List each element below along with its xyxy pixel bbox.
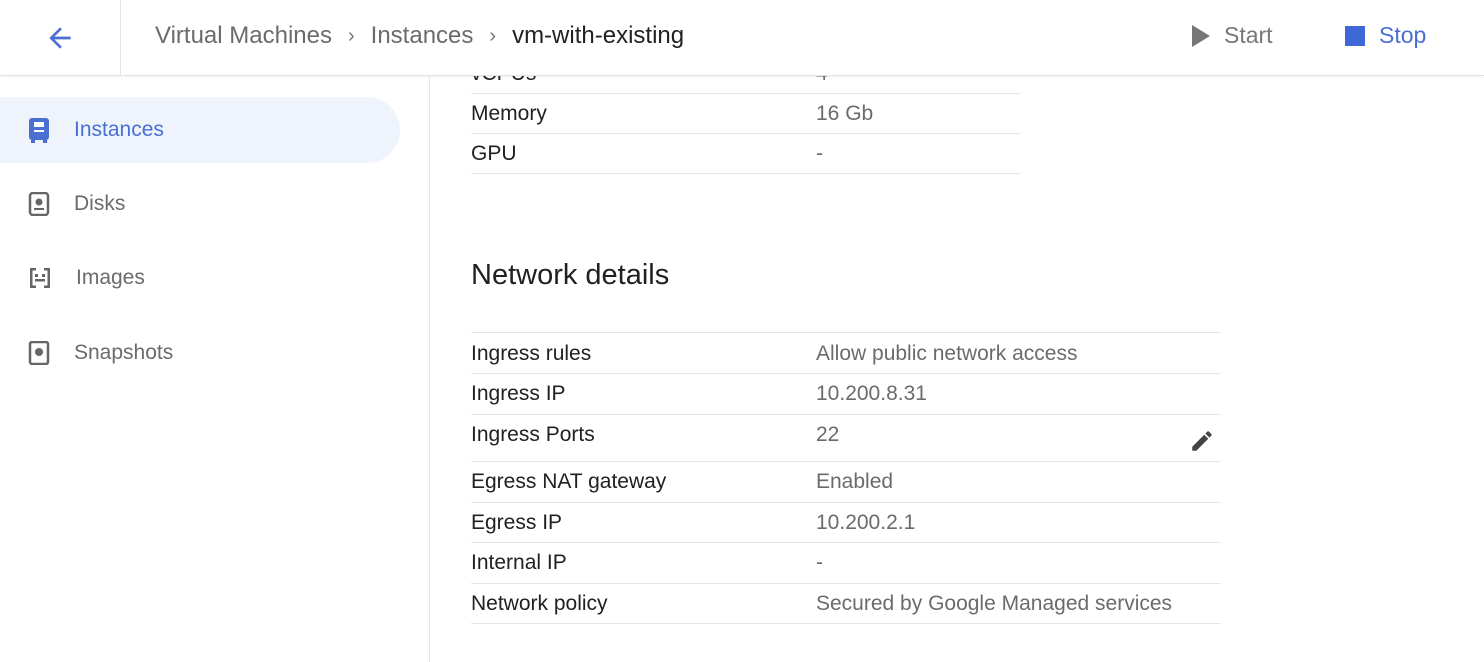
start-label: Start [1224, 22, 1273, 48]
sidebar-item-images[interactable]: Images [0, 245, 400, 311]
row-value: Secured by Google Managed services [816, 591, 1173, 615]
image-icon [30, 268, 50, 288]
row-key: Egress IP [471, 510, 563, 534]
snapshot-icon [28, 341, 50, 365]
row-value: 10.200.2.1 [816, 510, 916, 534]
detail-row-egress-ip: Egress IP 10.200.2.1 [471, 503, 1221, 543]
detail-row-ingress-rules: Ingress rules Allow public network access [471, 334, 1221, 374]
detail-row-gpu: GPU - [471, 134, 1021, 174]
sidebar-item-snapshots[interactable]: Snapshots [0, 320, 400, 386]
stop-button[interactable]: Stop [1345, 22, 1426, 49]
stop-label: Stop [1379, 22, 1427, 48]
detail-row-egress-nat: Egress NAT gateway Enabled [471, 462, 1221, 503]
sidebar-item-instances[interactable]: Instances [0, 97, 400, 163]
sidebar-item-label: Images [76, 266, 145, 289]
divider [471, 332, 1221, 333]
row-key: Network policy [471, 591, 608, 615]
row-key: GPU [471, 141, 517, 165]
breadcrumb-virtual-machines[interactable]: Virtual Machines [155, 22, 332, 50]
chevron-right-icon: › [347, 24, 355, 47]
sidebar-item-label: Disks [74, 192, 126, 215]
detail-row-network-policy: Network policy Secured by Google Managed … [471, 584, 1221, 624]
section-title-network: Network details [471, 259, 670, 291]
row-value: 16 Gb [816, 101, 874, 125]
row-value: Enabled [816, 470, 894, 493]
row-key: Memory [471, 101, 547, 125]
row-key: Ingress Ports [471, 423, 595, 446]
detail-row-memory: Memory 16 Gb [471, 94, 1021, 134]
stop-icon [1345, 25, 1365, 46]
play-icon [1192, 24, 1210, 47]
instance-details: vCPUs4 Memory16 Gb GPU- Network details … [471, 76, 1484, 662]
breadcrumb-instances[interactable]: Instances [371, 22, 474, 50]
row-value: 22 [816, 423, 840, 446]
detail-row-ingress-ports: Ingress Ports 22 [471, 415, 1221, 462]
edit-pencil-icon[interactable] [1189, 428, 1215, 454]
row-key: vCPUs [471, 76, 816, 86]
start-button[interactable]: Start [1192, 22, 1273, 49]
row-key: Internal IP [471, 551, 567, 574]
detail-row-ingress-ip: Ingress IP 10.200.8.31 [471, 374, 1221, 415]
back-button[interactable] [0, 0, 121, 76]
chevron-right-icon: › [489, 24, 497, 47]
breadcrumb: Virtual Machines › Instances › vm-with-e… [155, 22, 684, 50]
row-key: Ingress rules [471, 341, 592, 365]
row-key: Ingress IP [471, 382, 566, 405]
disk-icon [28, 192, 50, 216]
row-value: 4 [816, 76, 1021, 86]
instance-icon [29, 118, 49, 143]
sidebar-item-disks[interactable]: Disks [0, 171, 400, 237]
breadcrumb-current: vm-with-existing [512, 22, 685, 49]
sidebar-item-label: Instances [74, 118, 164, 141]
arrow-left-icon [49, 27, 71, 49]
detail-row-internal-ip: Internal IP - [471, 543, 1221, 584]
top-bar: Virtual Machines › Instances › vm-with-e… [0, 0, 1484, 76]
row-value: - [816, 551, 823, 574]
row-value: - [816, 141, 823, 165]
row-value: Allow public network access [816, 341, 1078, 365]
sidebar-item-label: Snapshots [74, 341, 174, 364]
sidebar: Instances Disks Images Snapshots [0, 76, 430, 662]
row-key: Egress NAT gateway [471, 470, 667, 493]
detail-row-vcpus: vCPUs4 [471, 76, 1021, 94]
row-value: 10.200.8.31 [816, 382, 927, 405]
